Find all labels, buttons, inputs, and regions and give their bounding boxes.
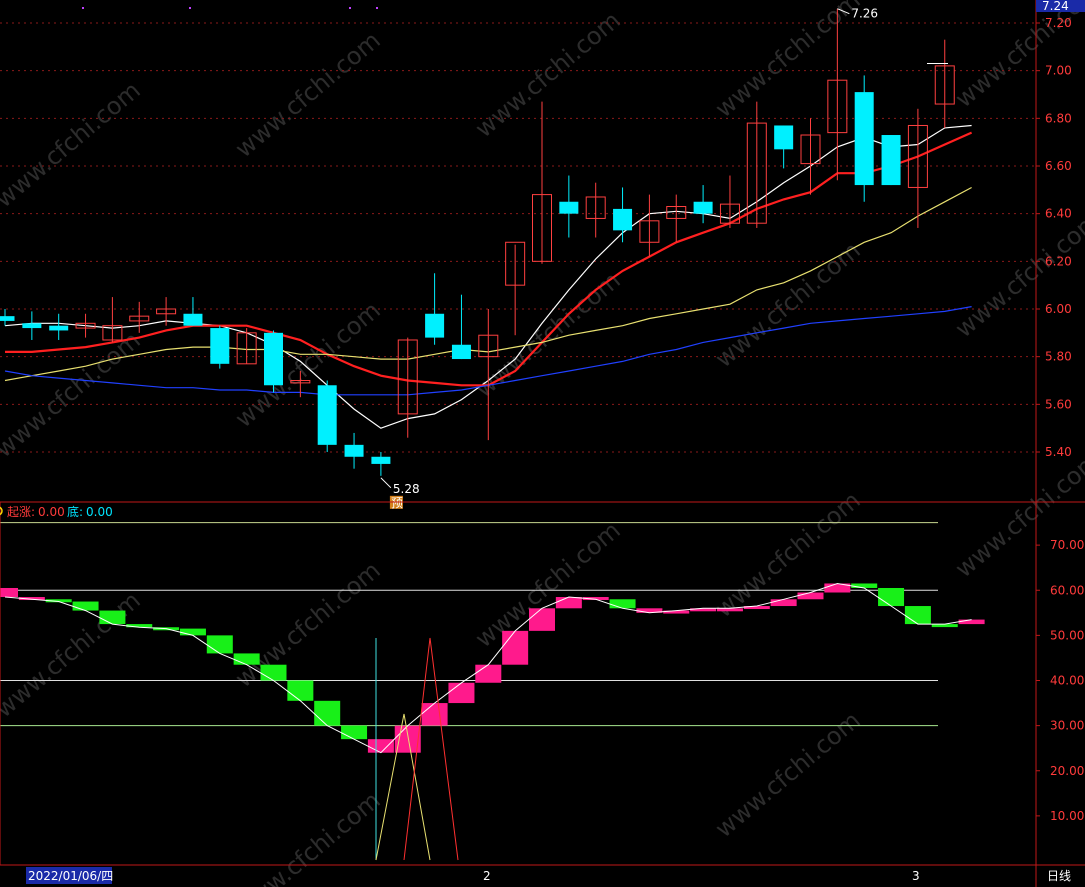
indicator-tick-label: 30.00 bbox=[1050, 719, 1084, 733]
candle-body bbox=[881, 135, 901, 186]
month-label-3: 3 bbox=[912, 869, 920, 883]
indicator-bar bbox=[878, 587, 905, 607]
candle-body bbox=[49, 325, 69, 331]
indicator-tick-label: 10.00 bbox=[1050, 809, 1084, 823]
indicator-bar bbox=[502, 630, 529, 665]
indicator-bar bbox=[904, 606, 931, 625]
watermark-text: www.cfchi.com bbox=[950, 206, 1085, 343]
price-tick-label: 7.00 bbox=[1045, 64, 1072, 78]
legend-label-rise: 起涨: bbox=[7, 504, 35, 519]
legend-value-rise: 0.00 bbox=[38, 505, 65, 519]
price-tick-label: 5.60 bbox=[1045, 397, 1072, 411]
top-marker-dot bbox=[189, 7, 191, 9]
date-label-start: 2022/01/06/四 bbox=[28, 869, 113, 883]
indicator-bar bbox=[421, 703, 448, 726]
watermark-text: www.cfchi.com bbox=[230, 26, 386, 163]
indicator-bar bbox=[797, 592, 824, 600]
indicator-bar bbox=[72, 601, 99, 611]
indicator-bar bbox=[609, 599, 636, 609]
candle-body bbox=[317, 385, 337, 445]
candlestick-series bbox=[0, 8, 955, 476]
current-price-label: 7.24 bbox=[1042, 0, 1069, 13]
watermark-text: www.cfchi.com bbox=[470, 6, 626, 143]
candle-body bbox=[183, 313, 203, 326]
candle-body bbox=[559, 201, 579, 214]
price-tick-label: 7.20 bbox=[1045, 16, 1072, 30]
indicator-bar bbox=[206, 635, 233, 654]
indicator-bar bbox=[0, 587, 18, 598]
month-label-2: 2 bbox=[483, 869, 491, 883]
forecast-badge-text: 预 bbox=[391, 496, 403, 510]
indicator-bar bbox=[958, 619, 985, 625]
indicator-bar bbox=[448, 682, 475, 704]
indicator-tick-label: 20.00 bbox=[1050, 764, 1084, 778]
price-tick-label: 6.60 bbox=[1045, 159, 1072, 173]
candle-body bbox=[854, 92, 874, 186]
indicator-tick-label: 70.00 bbox=[1050, 538, 1084, 552]
top-marker-dot bbox=[349, 7, 351, 9]
indicator-bar bbox=[475, 664, 502, 683]
price-annotations: 7.26 5.28预 bbox=[380, 7, 878, 510]
indicator-bar bbox=[314, 700, 341, 726]
watermark-text: www.cfchi.com bbox=[230, 556, 386, 693]
watermark-text: www.cfchi.com bbox=[230, 786, 386, 887]
price-tick-label: 6.20 bbox=[1045, 254, 1072, 268]
indicator-bar bbox=[126, 624, 153, 628]
watermark-text: www.cfchi.com bbox=[0, 326, 146, 463]
indicator-bar bbox=[555, 597, 582, 609]
indicator-bar bbox=[179, 628, 206, 636]
date-axis-bar: 2022/01/06/四 2 3 日线 bbox=[26, 867, 1071, 884]
top-marker-dot bbox=[82, 7, 84, 9]
legend-label-bottom: 底: bbox=[67, 504, 83, 519]
candle-body bbox=[210, 328, 230, 364]
low-pointer bbox=[380, 477, 392, 489]
indicator-bar bbox=[99, 610, 126, 625]
price-tick-label: 5.40 bbox=[1045, 445, 1072, 459]
candle-body bbox=[693, 201, 713, 214]
watermark-text: www.cfchi.com bbox=[950, 446, 1085, 583]
watermark-text: www.cfchi.com bbox=[710, 0, 866, 123]
indicator-bar bbox=[851, 583, 878, 588]
indicator-bar bbox=[529, 608, 555, 631]
indicator-tick-label: 40.00 bbox=[1050, 674, 1084, 688]
indicator-bar bbox=[770, 599, 797, 607]
indicator-tick-label: 60.00 bbox=[1050, 583, 1084, 597]
watermark-text: www.cfchi.com bbox=[710, 236, 866, 373]
watermark-text: www.cfchi.com bbox=[470, 516, 626, 653]
candle-body bbox=[22, 323, 42, 329]
indicator-bar bbox=[287, 680, 314, 701]
top-marker-dot bbox=[376, 7, 378, 9]
price-tick-label: 6.80 bbox=[1045, 111, 1072, 125]
indicator-bar bbox=[341, 725, 368, 740]
candle-body bbox=[371, 456, 391, 464]
low-price-label: 5.28 bbox=[393, 482, 420, 496]
indicator-legend: 起涨: 0.00 底: 0.00 bbox=[0, 504, 113, 519]
stock-chart: www.cfchi.com www.cfchi.com www.cfchi.com w… bbox=[0, 0, 1085, 887]
high-price-label: 7.26 bbox=[851, 7, 878, 21]
candle-body bbox=[774, 125, 794, 150]
price-tick-label: 6.40 bbox=[1045, 207, 1072, 221]
candle-body bbox=[451, 344, 471, 360]
legend-value-bottom: 0.00 bbox=[86, 505, 113, 519]
candle-body bbox=[264, 332, 283, 386]
period-label[interactable]: 日线 bbox=[1047, 869, 1071, 883]
candle-body bbox=[425, 313, 445, 338]
price-tick-label: 5.80 bbox=[1045, 350, 1072, 364]
indicator-bar bbox=[233, 653, 260, 665]
indicator-bar bbox=[367, 739, 394, 753]
indicator-bar bbox=[260, 664, 287, 681]
candle-body bbox=[613, 208, 633, 231]
watermark-text: www.cfchi.com bbox=[0, 76, 146, 213]
indicator-tick-label: 50.00 bbox=[1050, 628, 1084, 642]
candle-body bbox=[0, 316, 15, 321]
price-tick-label: 6.00 bbox=[1045, 302, 1072, 316]
watermark-text: www.cfchi.com bbox=[710, 706, 866, 843]
candle-body bbox=[344, 444, 364, 457]
watermark-text: www.cfchi.com bbox=[230, 296, 386, 433]
